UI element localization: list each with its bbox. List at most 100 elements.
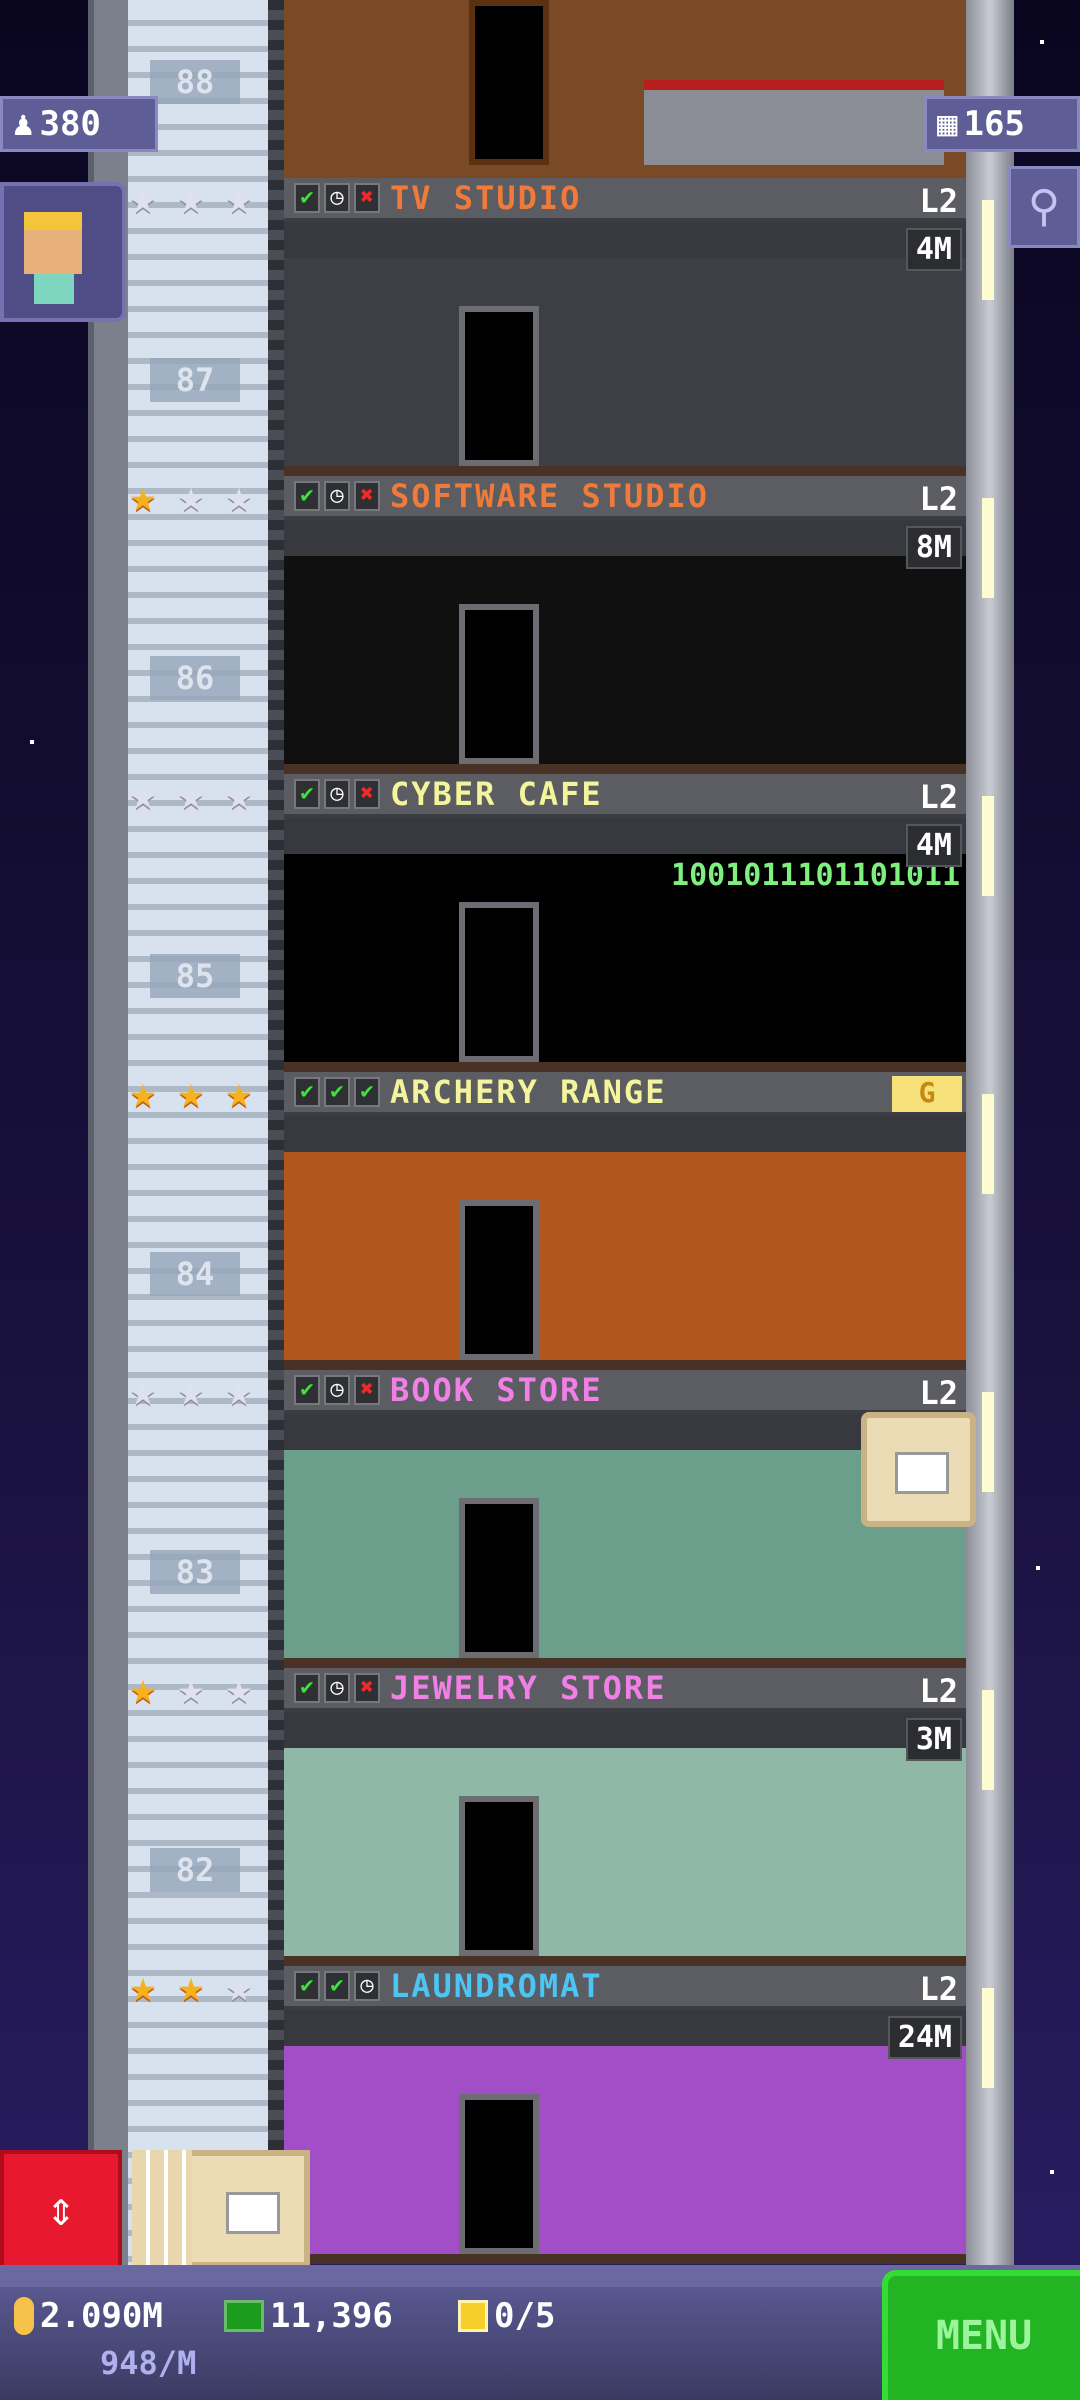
- menu-button[interactable]: MENU: [882, 2270, 1080, 2400]
- x-icon: ✖: [354, 183, 380, 213]
- silver-star-icon: ★: [177, 1365, 205, 1416]
- door: [459, 902, 539, 1062]
- earnings-badge[interactable]: 8M: [905, 526, 962, 569]
- silver-star-icon: ★: [129, 173, 157, 224]
- floor-level: L2: [919, 1374, 958, 1412]
- ceiling: [284, 1712, 966, 1748]
- floor-stars: ★ ★ ★: [120, 176, 262, 222]
- x-icon: ✖: [354, 1375, 380, 1405]
- elevator[interactable]: [128, 0, 268, 2270]
- x-icon: ✖: [354, 481, 380, 511]
- floor-name: JEWELRY STORE: [390, 1669, 667, 1707]
- floor-number: 84: [150, 1252, 240, 1296]
- star-decoration: [1050, 2170, 1054, 2174]
- floor-label-bar[interactable]: ✔ ◷ ✖ JEWELRY STORE L2: [284, 1668, 966, 1712]
- floor-book-store[interactable]: ✔ ◷ ✖ BOOK STORE L2: [284, 1370, 976, 1668]
- population-counter[interactable]: ♟ 380: [0, 96, 158, 152]
- coin-icon: [14, 2297, 34, 2335]
- check-icon: ✔: [324, 1971, 350, 2001]
- tower-bux[interactable]: 11,396: [224, 2296, 393, 2336]
- pillar-light: [982, 1094, 994, 1194]
- earnings-badge[interactable]: 4M: [905, 228, 962, 271]
- gold-star-icon: ★: [225, 1067, 253, 1118]
- clock-icon: ◷: [324, 1673, 350, 1703]
- gold-star-icon: ★: [129, 1961, 157, 2012]
- floor-label-bar[interactable]: ✔ ◷ ✖ TV STUDIO L2: [284, 178, 966, 222]
- star-decoration: [30, 740, 34, 744]
- floor-line: [284, 764, 966, 774]
- check-icon: ✔: [354, 1077, 380, 1107]
- elevator-button[interactable]: ⇕: [0, 2150, 122, 2270]
- pillar-light: [982, 200, 994, 300]
- population-value: 380: [39, 104, 101, 144]
- room-interior[interactable]: [284, 1116, 966, 1370]
- earnings-badge[interactable]: 4M: [905, 824, 962, 867]
- floor-line: [284, 466, 966, 476]
- ceiling: [284, 222, 966, 258]
- room-interior[interactable]: [284, 222, 966, 476]
- star-decoration: [1040, 40, 1044, 44]
- door: [459, 604, 539, 764]
- earnings-badge[interactable]: 3M: [905, 1718, 962, 1761]
- floor-label-bar[interactable]: ✔ ◷ ✖ BOOK STORE L2: [284, 1370, 966, 1414]
- floor-label-bar[interactable]: ✔ ✔ ✔ ARCHERY RANGE G: [284, 1072, 966, 1116]
- floor-number: 88: [150, 60, 240, 104]
- floor-level: L2: [919, 182, 958, 220]
- avatar-face: [24, 212, 82, 274]
- floor-jewelry-store[interactable]: ✔ ◷ ✖ JEWELRY STORE L2 3M: [284, 1668, 966, 1966]
- silver-star-icon: ★: [225, 471, 253, 522]
- silver-star-icon: ★: [129, 769, 157, 820]
- floor-software-studio[interactable]: ✔ ◷ ✖ SOFTWARE STUDIO L2 8M: [284, 476, 966, 774]
- floor-label-bar[interactable]: ✔ ◷ ✖ CYBER CAFE L2: [284, 774, 966, 818]
- floor-label-bar[interactable]: ✔ ◷ ✖ SOFTWARE STUDIO L2: [284, 476, 966, 520]
- check-icon: ✔: [294, 1077, 320, 1107]
- gold-star-icon: ★: [129, 1663, 157, 1714]
- golden-tickets[interactable]: 0/5: [458, 2296, 555, 2336]
- silver-star-icon: ★: [225, 769, 253, 820]
- stock-boxes-button[interactable]: [132, 2150, 310, 2268]
- floor-label-bar[interactable]: ✔ ✔ ◷ LAUNDROMAT L2: [284, 1966, 966, 2010]
- check-icon: ✔: [294, 1971, 320, 2001]
- floor-laundromat[interactable]: ✔ ✔ ◷ LAUNDROMAT L2 24M: [284, 1966, 966, 2264]
- floor-line: [284, 1360, 966, 1370]
- floor-stars: ★ ★ ★: [120, 1964, 262, 2010]
- person-icon: ♟: [13, 104, 34, 144]
- pillar-light: [982, 498, 994, 598]
- x-icon: ✖: [354, 779, 380, 809]
- floor-cyber-cafe[interactable]: 1001011101101011 ✔ ◷ ✖ CYBER CAFE L2 4M: [284, 774, 966, 1072]
- room-interior[interactable]: [284, 2010, 966, 2264]
- floor-tv-studio[interactable]: ✔ ◷ ✖ TV STUDIO L2 4M: [284, 178, 966, 476]
- clock-icon: ◷: [324, 1375, 350, 1405]
- door: [459, 1498, 539, 1658]
- floor-name: CYBER CAFE: [390, 775, 603, 813]
- ceiling: [284, 520, 966, 556]
- room-interior[interactable]: 1001011101101011: [284, 818, 966, 1072]
- search-button[interactable]: ⚲: [1008, 166, 1080, 248]
- room-interior[interactable]: [284, 520, 966, 774]
- restock-box-button[interactable]: [861, 1412, 976, 1527]
- earnings-badge[interactable]: 24M: [887, 2016, 962, 2059]
- ceiling: [284, 1116, 966, 1152]
- door: [459, 306, 539, 466]
- floor-number: 83: [150, 1550, 240, 1594]
- bux-icon: [224, 2300, 264, 2332]
- up-down-arrows-icon: ⇕: [46, 2181, 76, 2237]
- floor-archery-range[interactable]: ✔ ✔ ✔ ARCHERY RANGE G: [284, 1072, 966, 1370]
- silver-star-icon: ★: [225, 1961, 253, 2012]
- room-interior[interactable]: [284, 1712, 966, 1966]
- door: [469, 0, 549, 165]
- floor-name: BOOK STORE: [390, 1371, 603, 1409]
- floors-counter[interactable]: ▦ 165: [924, 96, 1080, 152]
- ceiling: [284, 2010, 966, 2046]
- pillar-light: [982, 1988, 994, 2088]
- silver-star-icon: ★: [225, 1365, 253, 1416]
- floor-level: L2: [919, 778, 958, 816]
- coins-value: 2.090M: [40, 2296, 163, 2336]
- silver-star-icon: ★: [177, 471, 205, 522]
- top-floor-room[interactable]: [284, 0, 966, 178]
- coin-rate: 948/M: [100, 2344, 197, 2382]
- gold-star-icon: ★: [177, 1067, 205, 1118]
- bitizen-avatar-button[interactable]: [0, 182, 126, 322]
- floor-stars: ★ ★ ★: [120, 772, 262, 818]
- check-icon: ✔: [294, 1375, 320, 1405]
